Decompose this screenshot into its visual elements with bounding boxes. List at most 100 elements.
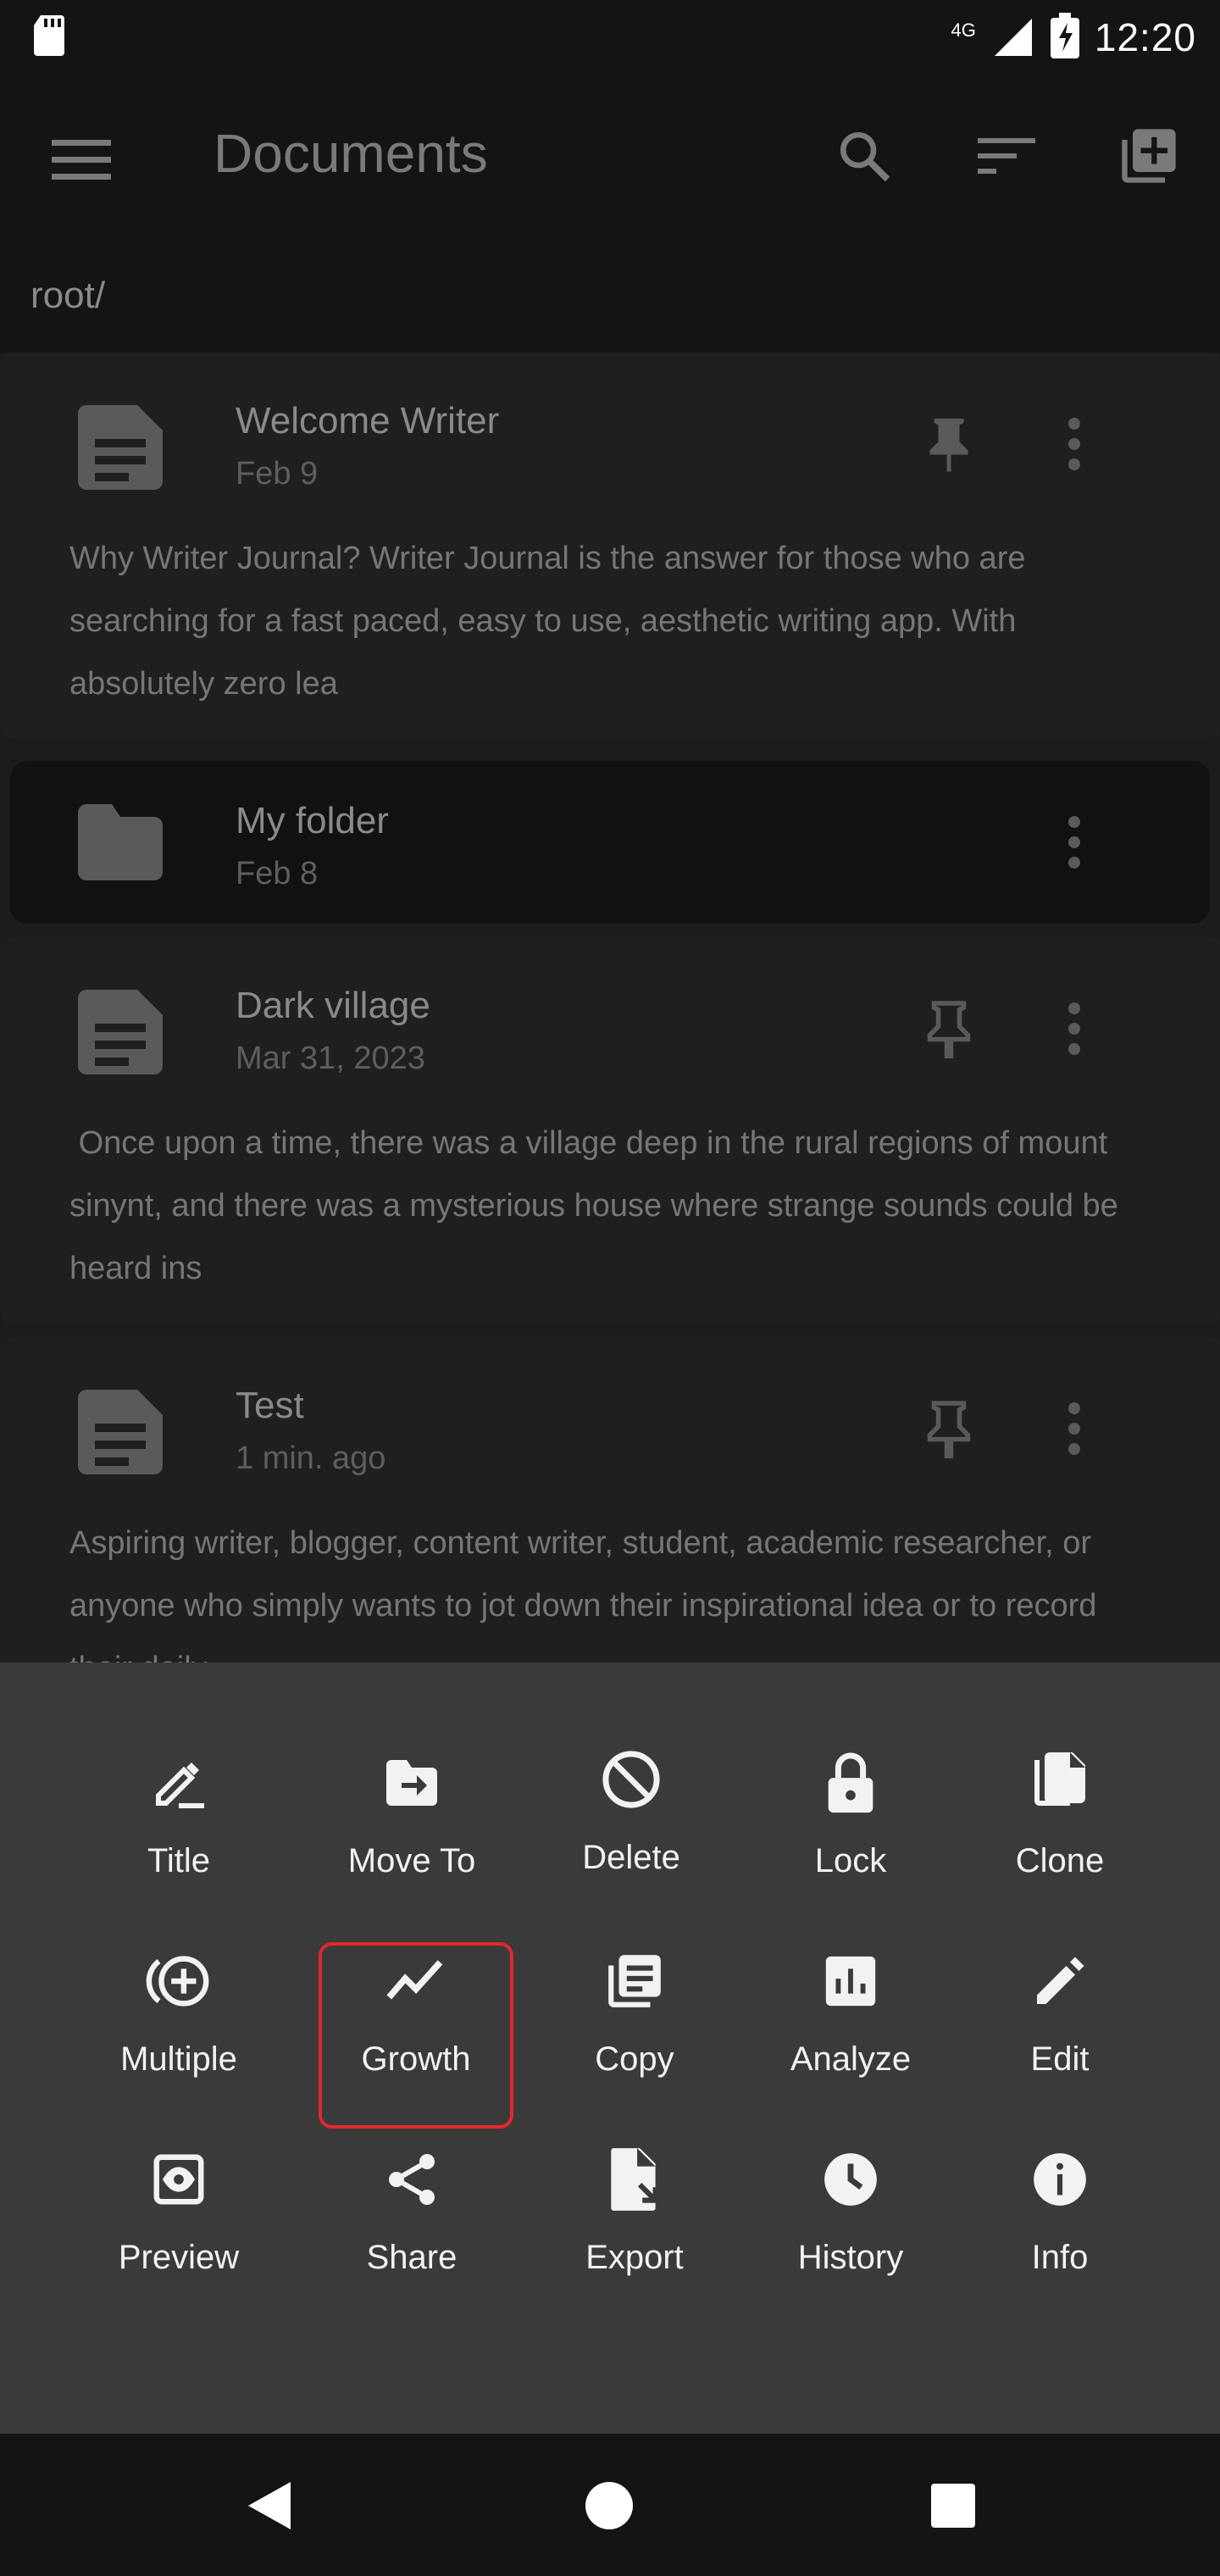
network-type: 4G [951,19,976,41]
more-vertical-icon [1068,816,1080,869]
back-button[interactable] [230,2468,307,2544]
sort-icon [978,138,1035,174]
share-icon [389,2154,435,2205]
search-icon [840,131,890,182]
add-document-button[interactable] [1112,119,1186,193]
copy-action[interactable]: Copy [537,1905,732,2091]
action-label: Analyze [790,2040,912,2078]
app-bar: Documents [0,75,1220,237]
history-action[interactable]: History [753,2103,948,2290]
analyze-action[interactable]: Analyze [753,1905,948,2091]
back-icon [248,2482,291,2529]
action-label: Multiple [120,2040,237,2078]
preview-action[interactable]: Preview [81,2103,276,2290]
block-icon [602,1751,660,1808]
menu-button[interactable] [47,125,115,193]
pin-filled-icon [929,419,968,472]
history-icon [824,2153,877,2206]
action-label: Preview [118,2239,240,2276]
edit-action[interactable]: Edit [962,1905,1157,2091]
analytics-icon [825,1956,876,2007]
more-vertical-icon [1068,418,1080,470]
pin-button[interactable] [915,995,983,1063]
growth-action[interactable]: Growth [319,1905,513,2091]
battery-charging-icon [1050,12,1079,63]
signal-icon [991,15,1035,60]
share-action[interactable]: Share [314,2103,509,2290]
preview-icon [153,2154,204,2205]
info-action[interactable]: Info [962,2103,1157,2290]
pencil-icon [1037,1957,1084,2004]
rename-icon [156,1763,204,1808]
lock-action[interactable]: Lock [753,1707,948,1893]
folder-item[interactable]: My folder Feb 8 [10,761,1210,924]
action-label: Edit [1030,2040,1090,2078]
action-label: Copy [595,2040,674,2078]
action-label: Export [585,2239,684,2276]
page-title: Documents [214,123,488,184]
bottom-sheet: Title Move To Delete Lock Clone Multiple… [0,1663,1220,2434]
export-icon [611,2148,658,2211]
recents-icon [931,2484,975,2528]
add-document-icon [1122,129,1176,183]
action-label: Clone [1015,1842,1105,1879]
title-action[interactable]: Title [81,1707,276,1893]
more-options-button[interactable] [1040,1395,1108,1463]
document-title: Dark village [236,985,430,1026]
action-label: Growth [361,2040,471,2078]
pin-outline-icon [927,1401,971,1458]
status-bar: 4G 12:20 [0,0,1220,75]
document-icon [78,1390,163,1474]
document-excerpt: Once upon a time, there was a village de… [69,1125,1128,1286]
home-icon [585,2482,633,2529]
document-title: Test [236,1385,304,1426]
info-icon [1034,2153,1086,2206]
delete-action[interactable]: Delete [534,1707,729,1893]
action-label: Delete [582,1839,680,1876]
multiple-action[interactable]: Multiple [81,1905,276,2091]
trending-icon [386,1960,443,2000]
list-item[interactable]: Test 1 min. ago Aspiring writer, blogger… [0,1337,1220,1664]
list-item[interactable]: Dark village Mar 31, 2023 Once upon a ti… [0,937,1220,1324]
more-options-button[interactable] [1040,995,1108,1063]
document-date: Mar 31, 2023 [236,1041,425,1076]
document-date: 1 min. ago [236,1441,386,1476]
folder-icon [78,804,163,880]
breadcrumb[interactable]: root/ [30,275,105,317]
document-excerpt: Aspiring writer, blogger, content writer… [69,1525,1097,1664]
breadcrumb-bar: root/ [0,237,1220,353]
action-label: Share [366,2239,458,2276]
menu-icon [52,140,111,180]
document-title: Welcome Writer [236,400,500,441]
pin-outline-icon [927,1001,971,1058]
navigation-bar [0,2434,1220,2576]
document-icon [78,990,163,1074]
sd-card-icon [30,12,71,64]
pin-button[interactable] [915,410,983,478]
lock-icon [828,1752,873,1813]
export-action[interactable]: Export [537,2103,732,2290]
list-item[interactable]: Welcome Writer Feb 9 Why Writer Journal?… [0,353,1220,739]
more-options-button[interactable] [1040,410,1108,478]
document-icon [78,405,163,490]
action-label: Title [147,1842,211,1879]
copy-icon [608,1955,661,2007]
clock: 12:20 [1094,15,1196,59]
more-options-button[interactable] [1040,808,1108,876]
action-label: Info [1031,2239,1089,2276]
sort-button[interactable] [969,119,1044,193]
action-label: History [797,2239,904,2276]
pin-button[interactable] [915,1395,983,1463]
document-excerpt: Why Writer Journal? Writer Journal is th… [69,541,1026,702]
move-to-action[interactable]: Move To [314,1707,509,1893]
more-vertical-icon [1068,1002,1080,1055]
more-vertical-icon [1068,1402,1080,1455]
clone-action[interactable]: Clone [962,1707,1157,1893]
document-date: Feb 9 [236,456,319,491]
move-to-folder-icon [386,1760,437,1806]
search-button[interactable] [827,119,901,193]
document-list: Welcome Writer Feb 9 Why Writer Journal?… [0,353,1220,1664]
action-label: Lock [814,1842,887,1879]
recents-button[interactable] [915,2468,991,2544]
home-button[interactable] [571,2468,647,2544]
